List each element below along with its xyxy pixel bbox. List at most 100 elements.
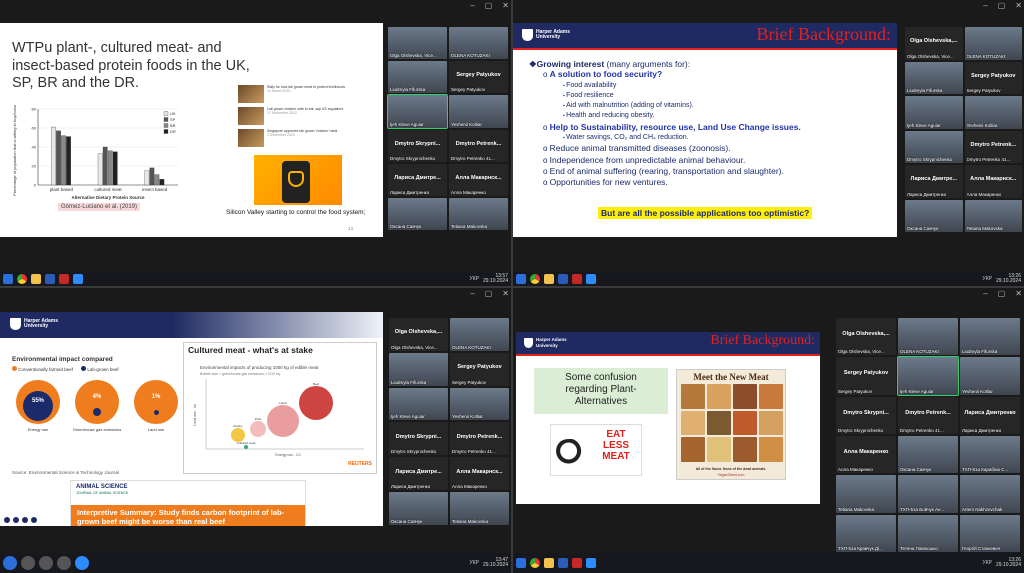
participant-tile[interactable]: ТХП-51а Кравчук Ді... (836, 514, 896, 552)
participant-tile[interactable]: OLENA KOTUZAKI (450, 318, 509, 351)
pdf-icon[interactable] (572, 558, 582, 568)
chrome-icon[interactable] (530, 558, 540, 568)
participant-tile[interactable]: Yevhenii Kotliar (449, 95, 508, 128)
zoom-icon[interactable] (73, 274, 83, 284)
participant-tile[interactable]: Tetiana Makovska (450, 492, 509, 525)
participant-tile[interactable]: Olga Olshevska,... Olga Olshevska, Vice..… (389, 318, 448, 351)
minimize-icon[interactable]: – (983, 0, 987, 11)
participant-tile[interactable]: Алла Макарнск... Алла Макаренко (449, 163, 508, 196)
folder-icon[interactable] (39, 556, 53, 570)
start-icon[interactable] (3, 274, 13, 284)
participant-tile[interactable]: Dmytro Skrypni... Dmytro Skrypnichenko (388, 129, 447, 162)
participant-tile[interactable]: Dmytro Skrypni... Dmytro Skrypnichenko (389, 422, 448, 456)
close-icon[interactable]: ✕ (502, 288, 509, 299)
participant-tile[interactable]: OLENA KOTUZAKI (898, 318, 958, 356)
participant-tile[interactable]: Оксана Савчук (905, 199, 963, 232)
language-indicator[interactable]: УКР (470, 560, 479, 566)
slide-controls[interactable] (4, 517, 37, 523)
pdf-icon[interactable] (59, 274, 69, 284)
participant-tile[interactable]: Оксана Савчук (898, 435, 958, 474)
zoom-slide-icon[interactable] (31, 517, 37, 523)
prev-slide-icon[interactable] (4, 517, 10, 523)
participant-tile[interactable]: Liudmyla Fifurska (389, 352, 448, 386)
participant-tile[interactable]: ТХП-51а Карабіна С... (960, 435, 1020, 474)
participant-tile[interactable]: Георгій Станкевич (960, 514, 1020, 552)
participant-tile[interactable]: Алла Макарнск... Алла Макаренко (964, 165, 1022, 198)
participant-tile[interactable]: OLENA KOTUZAKI (449, 27, 508, 60)
participant-tile[interactable]: Sergey Patyukov Sergey Patyukov (449, 61, 508, 94)
close-icon[interactable]: ✕ (1015, 288, 1022, 299)
participant-tile[interactable]: Dmytro Petrenk... Dmytro Petrenko 41... (449, 129, 508, 162)
close-icon[interactable]: ✕ (1015, 0, 1022, 11)
participant-tile[interactable]: Лариса Дмитренко Лариса Дмитренко (960, 396, 1020, 434)
zoom-icon[interactable] (586, 558, 596, 568)
participant-tile[interactable]: Tetiana Makovska (836, 475, 896, 513)
participant-tile[interactable]: Лариса Дмитре... Лариса Дмитренко (905, 165, 963, 198)
participant-tile[interactable]: Yevhenii Kotliar (960, 357, 1020, 395)
folder-icon[interactable] (31, 274, 41, 284)
close-icon[interactable]: ✕ (502, 0, 509, 11)
participant-tile[interactable]: Dmytro Petrenk... Dmytro Petrenko 41... (964, 130, 1022, 163)
zoom-icon[interactable] (586, 274, 596, 284)
pdf-icon[interactable] (572, 274, 582, 284)
participant-tile[interactable]: Sergey Patyukov Sergey Patyukov (964, 61, 1022, 94)
participant-tile[interactable]: Yevhenii Kotliar (450, 387, 509, 421)
participant-tile[interactable]: Ijeh Kleve Aguiar (897, 356, 959, 396)
start-icon[interactable] (3, 556, 17, 570)
pen-icon[interactable] (22, 517, 28, 523)
participant-tile[interactable]: Artem Nakhzevchak (960, 475, 1020, 513)
participant-tile[interactable]: Yevhenii Kotliar (964, 96, 1022, 129)
start-icon[interactable] (516, 558, 526, 568)
next-slide-icon[interactable] (13, 517, 19, 523)
participant-tile[interactable]: Olga Olshevska, Vice... (388, 27, 447, 60)
participant-tile[interactable]: Dmytro Skrypni... Dmytro Skrypnichenko (836, 396, 896, 434)
maximize-icon[interactable]: ▢ (485, 0, 493, 11)
participant-tile[interactable]: Ijeh Kleve Aguiar (387, 94, 448, 129)
word-icon[interactable] (558, 274, 568, 284)
participant-tile[interactable]: Sergey Patyukov Sergey Patyukov (836, 357, 896, 395)
chrome-icon[interactable] (530, 274, 540, 284)
user-icon[interactable] (57, 556, 71, 570)
participant-tile[interactable]: Ijeh Kleve Aguiar (389, 387, 448, 421)
participant-tile[interactable]: Tetiana Makovska (964, 199, 1022, 232)
news-item[interactable]: Singapore approves lab grown 'chicken' m… (238, 129, 348, 148)
minimize-icon[interactable]: – (470, 288, 474, 299)
participant-tile[interactable]: Лариса Дмитре... Лариса Дмитренко (388, 163, 447, 196)
participant-tile[interactable]: ТХП-51а Бойчук Ан... (898, 475, 958, 513)
participant-tile[interactable]: Алла Макарнск... Алла Макаренко (450, 457, 509, 491)
maximize-icon[interactable]: ▢ (998, 0, 1006, 11)
zoom-icon[interactable] (75, 556, 89, 570)
news-item[interactable]: Rally for how lab grown meat to protect … (238, 85, 348, 104)
language-indicator[interactable]: УКР (983, 276, 992, 282)
language-indicator[interactable]: УКР (470, 276, 479, 282)
participant-tile[interactable]: Sergey Patyukov Sergey Patyukov (450, 352, 509, 386)
maximize-icon[interactable]: ▢ (485, 288, 493, 299)
participant-tile[interactable]: Тетяна Павлюшко (898, 514, 958, 552)
word-icon[interactable] (558, 558, 568, 568)
news-item[interactable]: Lab grown chicken safe to eat, say US re… (238, 107, 348, 126)
folder-icon[interactable] (544, 274, 554, 284)
participant-tile[interactable]: Алла Макаренко Алла Макаренко (836, 435, 896, 474)
participant-tile[interactable]: Olga Olshevska,... Olga Olshevska, Vice..… (905, 27, 963, 60)
pen-tool-icon[interactable] (21, 556, 35, 570)
minimize-icon[interactable]: – (470, 0, 474, 11)
participant-tile[interactable]: OLENA KOTUZAKI (964, 27, 1022, 60)
participant-tile[interactable]: Ijeh Kleve Aguiar (905, 96, 963, 129)
participant-tile[interactable]: Olga Olshevska,... Olga Olshevska, Vice..… (836, 318, 896, 356)
maximize-icon[interactable]: ▢ (998, 288, 1006, 299)
language-indicator[interactable]: УКР (983, 560, 992, 566)
minimize-icon[interactable]: – (983, 288, 987, 299)
start-icon[interactable] (516, 274, 526, 284)
participant-tile[interactable]: Liudmyla Fifurska (905, 61, 963, 94)
participant-tile[interactable]: Лариса Дмитре... Лариса Дмитренко (389, 457, 448, 491)
participant-tile[interactable]: Оксана Савчук (389, 492, 448, 525)
participant-tile[interactable]: Liudmyla Fifurska (388, 61, 447, 94)
chrome-icon[interactable] (17, 274, 27, 284)
participant-tile[interactable]: Liudmyla Fifurska (960, 318, 1020, 356)
word-icon[interactable] (45, 274, 55, 284)
participant-tile[interactable]: Оксана Савчук (388, 197, 447, 230)
participant-tile[interactable]: Dmytro Skrypnichenko (905, 130, 963, 163)
participant-tile[interactable]: Dmytro Petrenk... Dmytro Petrenko 41... (898, 396, 958, 434)
participant-tile[interactable]: Tetiana Makovska (449, 197, 508, 230)
participant-tile[interactable]: Dmytro Petrenk... Dmytro Petrenko 41... (450, 422, 509, 456)
